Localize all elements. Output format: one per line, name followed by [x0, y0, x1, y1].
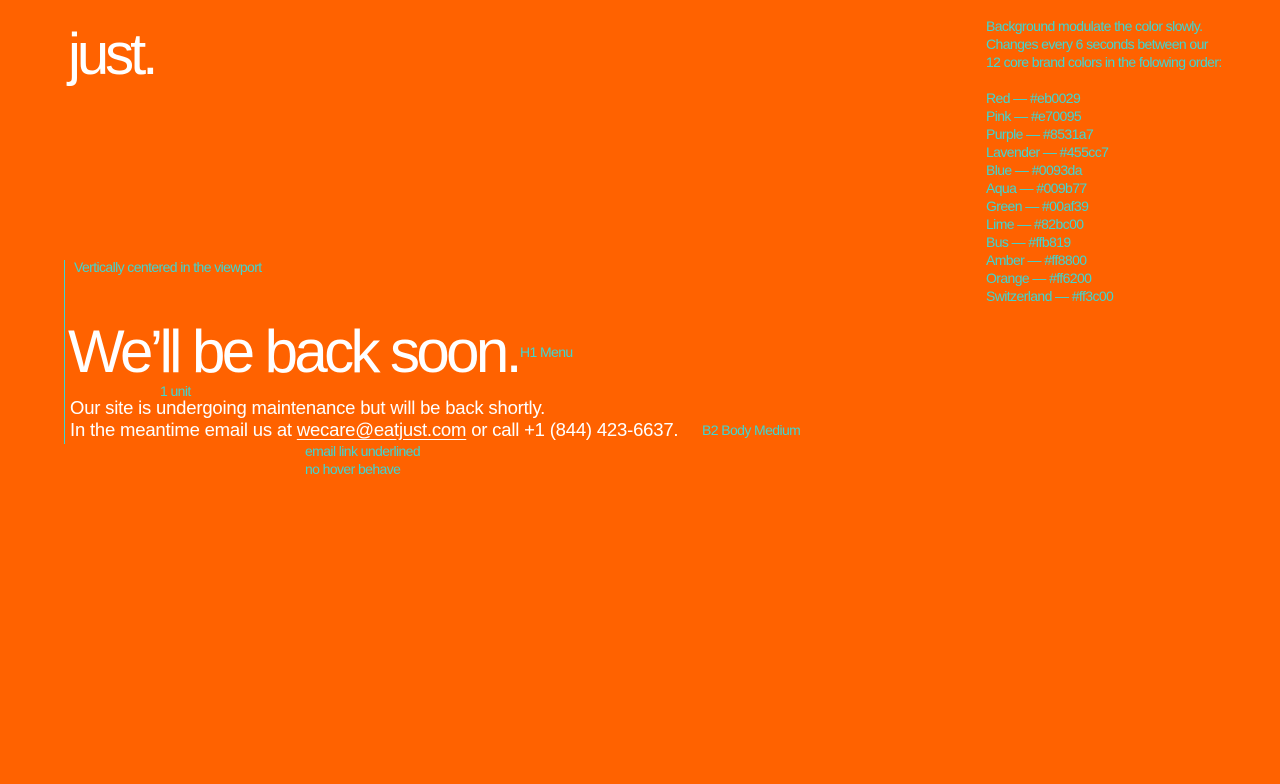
color-item-switzerland: Switzerland — #ff3c00 — [986, 288, 1114, 304]
page-title: We’ll be back soon. — [68, 318, 522, 385]
email-link-note: email link underlined — [305, 443, 421, 459]
color-item-amber: Amber — #ff8800 — [986, 252, 1087, 268]
maintenance-line-1: Our site is undergoing maintenance but w… — [70, 397, 546, 418]
just-logo[interactable]: just. — [68, 22, 158, 88]
color-item-red: Red — #eb0029 — [986, 90, 1081, 106]
email-link[interactable]: wecare@eatjust.com — [297, 419, 467, 440]
color-item-lime: Lime — #82bc00 — [986, 216, 1084, 232]
vertical-center-note: Vertically centered in the viewport — [74, 259, 262, 275]
contact-prefix: In the meantime email us at — [70, 419, 292, 440]
color-item-purple: Purple — #8531a7 — [986, 126, 1094, 142]
maintenance-line-2: In the meantime email us at wecare@eatju… — [70, 419, 679, 441]
background-color-spec: Background modulate the color slowly. Ch… — [986, 17, 1271, 305]
h1-style-note: H1 Menu — [520, 344, 573, 360]
color-item-orange: Orange — #ff6200 — [986, 270, 1092, 286]
color-item-aqua: Aqua — #009b77 — [986, 180, 1087, 196]
color-item-blue: Blue — #0093da — [986, 162, 1083, 178]
color-item-lavender: Lavender — #455cc7 — [986, 144, 1109, 160]
body-style-note: B2 Body Medium — [702, 422, 801, 438]
maintenance-message: Our site is undergoing maintenance but w… — [70, 397, 679, 441]
color-item-bus: Bus — #ffb819 — [986, 234, 1071, 250]
vertical-guide-line — [64, 260, 65, 444]
brand-color-list: Red — #eb0029 Pink — #e70095 Purple — #8… — [986, 89, 1271, 305]
background-note-line: Changes every 6 seconds between our — [986, 36, 1208, 52]
hover-behavior-note: no hover behave — [305, 461, 401, 477]
background-note-line: Background modulate the color slowly. — [986, 18, 1203, 34]
contact-phone: or call +1 (844) 423-6637. — [471, 419, 679, 440]
color-item-pink: Pink — #e70095 — [986, 108, 1082, 124]
color-item-green: Green — #00af39 — [986, 198, 1089, 214]
background-note-line: 12 core brand colors in the folowing ord… — [986, 54, 1222, 70]
